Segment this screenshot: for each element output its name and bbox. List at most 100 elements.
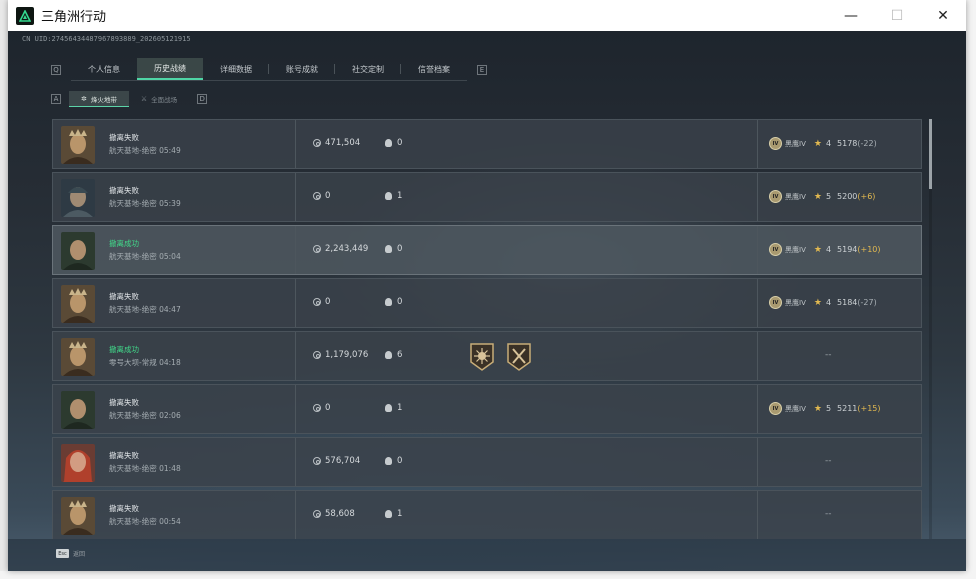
map-and-time: 航天基地-绝密 05:49 xyxy=(109,145,181,156)
rank-badge-icon: IV xyxy=(769,296,782,309)
extraction-status: 撤离失败 xyxy=(109,133,139,142)
no-rank-placeholder: -- xyxy=(825,350,832,360)
match-record-row[interactable]: 撤离失败 航天基地-绝密 04:47 0 0 IV 黑鹰IV ★ 4 5184 (-27) xyxy=(52,278,922,328)
asset-value: 58,608 xyxy=(313,509,355,519)
app-window: 三角洲行动 — ☐ ✕ CN UID:27456434487967893889_… xyxy=(8,0,966,571)
kill-count: 6 xyxy=(385,350,402,360)
mode-subtabs: A ✲ 烽火地带 ⚔ 全面战场 D xyxy=(51,91,208,107)
map-and-time: 航天基地-绝密 00:54 xyxy=(109,516,181,527)
rank-info: IV 黑鹰IV ★ 4 5194 (+10) xyxy=(769,243,881,256)
star-icon: ★ xyxy=(813,191,822,202)
match-record-row[interactable]: 撤离失败航天基地-绝密 00:54 58,608 1 -- xyxy=(52,490,922,539)
column-divider xyxy=(295,438,296,486)
window-title: 三角洲行动 xyxy=(41,10,107,25)
extraction-status: 撤离失败 xyxy=(109,292,139,301)
rank-name: 黑鹰IV xyxy=(785,139,806,148)
rank-delta: (+10) xyxy=(857,245,881,254)
column-divider xyxy=(757,438,758,486)
subtab-prev-key-icon[interactable]: A xyxy=(51,94,61,104)
asset-value: 0 xyxy=(313,191,330,201)
sun-medal-icon[interactable] xyxy=(469,342,495,372)
rank-info: IV 黑鹰IV ★ 5 5211 (+15) xyxy=(769,402,881,415)
skull-icon xyxy=(385,351,392,359)
rank-score: 5184 xyxy=(837,298,858,307)
match-time: 00:54 xyxy=(159,517,181,526)
star-count: 4 xyxy=(825,245,832,254)
minimize-button[interactable]: — xyxy=(828,0,874,31)
rank-score: 5178 xyxy=(837,139,858,148)
match-record-row[interactable]: 撤离失败 航天基地-绝密 05:39 0 1 IV 黑鹰IV ★ 5 5200 (+6) xyxy=(52,172,922,222)
skull-icon xyxy=(385,404,392,412)
match-time: 02:06 xyxy=(159,411,181,420)
rank-info: IV 黑鹰IV ★ 4 5178 (-22) xyxy=(769,137,877,150)
rank-score: 5211 xyxy=(837,404,858,413)
asset-value: 2,243,449 xyxy=(313,244,368,254)
tab-6[interactable]: 信誉档案 xyxy=(401,58,467,80)
match-record-row[interactable]: 撤离失败 航天基地-绝密 02:06 0 1 IV 黑鹰IV ★ 5 5211 (+15) xyxy=(52,384,922,434)
match-record-row[interactable]: 撤离成功 航天基地-绝密 05:04 2,243,449 0 IV 黑鹰IV ★ 4 5194(… xyxy=(52,225,922,275)
list-scrollbar[interactable] xyxy=(929,119,932,539)
tab-3[interactable]: 详细数据 xyxy=(203,58,269,80)
money-amount: 0 xyxy=(325,403,331,413)
map-and-time: 航天基地-绝密 05:04 xyxy=(109,251,181,262)
extraction-status: 撤离失败 xyxy=(109,504,139,513)
rank-delta: (-27) xyxy=(857,298,877,307)
tab-1[interactable]: 个人信息 xyxy=(71,58,137,80)
subtab-1[interactable]: ✲ 烽火地带 xyxy=(69,91,129,107)
scrollbar-thumb[interactable] xyxy=(929,119,932,189)
map-name: 航天基地-绝密 xyxy=(109,305,157,314)
kills-amount: 1 xyxy=(397,509,403,519)
tab-2[interactable]: 历史战绩 xyxy=(137,58,203,80)
match-record-row[interactable]: 撤离失败 航天基地-绝密 01:48 576,704 0 -- xyxy=(52,437,922,487)
column-divider xyxy=(295,491,296,539)
match-time: 01:48 xyxy=(159,464,181,473)
kills-amount: 0 xyxy=(397,244,403,254)
tab-next-key-icon[interactable]: E xyxy=(477,64,487,75)
footer-bar: Esc 返回 xyxy=(8,539,966,571)
star-icon: ★ xyxy=(813,403,822,414)
back-hint[interactable]: Esc 返回 xyxy=(56,549,85,558)
rank-name: 黑鹰IV xyxy=(785,245,806,254)
tab-label: 历史战绩 xyxy=(154,63,186,73)
money-amount: 2,243,449 xyxy=(325,244,369,254)
money-amount: 0 xyxy=(325,191,331,201)
no-rank-placeholder: -- xyxy=(825,509,832,519)
crossed-swords-medal-icon[interactable] xyxy=(506,342,532,372)
coin-icon xyxy=(313,245,321,253)
extraction-status: 撤离失败 xyxy=(109,186,139,195)
operator-avatar xyxy=(61,232,95,270)
close-button[interactable]: ✕ xyxy=(920,0,966,31)
subtab-label: 烽火地带 xyxy=(90,95,117,104)
column-divider xyxy=(295,279,296,327)
money-amount: 1,179,076 xyxy=(325,350,369,360)
skull-icon xyxy=(385,139,392,147)
coin-icon xyxy=(313,192,321,200)
subtab-next-key-icon[interactable]: D xyxy=(197,94,208,104)
kill-count: 0 xyxy=(385,456,402,466)
map-name: 零号大坝-常规 xyxy=(109,358,157,367)
extraction-status: 撤离成功 xyxy=(109,239,139,248)
match-time: 05:49 xyxy=(159,146,181,155)
match-record-row[interactable]: 撤离成功 零号大坝-常规 04:18 1,179,076 6 -- xyxy=(52,331,922,381)
maximize-button[interactable]: ☐ xyxy=(874,0,920,31)
asset-value: 471,504 xyxy=(313,138,360,148)
no-rank-placeholder: -- xyxy=(825,456,832,466)
subtab-2[interactable]: ⚔ 全面战场 xyxy=(129,91,189,106)
operator-avatar xyxy=(61,126,95,164)
kills-amount: 1 xyxy=(397,403,403,413)
match-record-row[interactable]: 撤离失败航天基地-绝密 05:49 471,504 0 IV 黑鹰IV ★ 4 5178 (-2… xyxy=(52,119,922,169)
tab-prev-key-icon[interactable]: Q xyxy=(51,64,61,75)
rank-info: IV 黑鹰IV ★ 4 5184 (-27) xyxy=(769,296,877,309)
tab-5[interactable]: 社交定制 xyxy=(335,58,401,80)
kill-count: 0 xyxy=(385,138,402,148)
coin-icon xyxy=(313,510,321,518)
map-name: 航天基地-绝密 xyxy=(109,464,157,473)
main-tabs: Q 个人信息 历史战绩 详细数据 账号成就 社交定制 信誉档案 E xyxy=(51,58,487,81)
operator-avatar xyxy=(61,444,95,482)
back-label: 返回 xyxy=(73,551,86,558)
operator-avatar xyxy=(61,391,95,429)
tab-4[interactable]: 账号成就 xyxy=(269,58,335,80)
title-bar[interactable]: 三角洲行动 — ☐ ✕ xyxy=(8,0,966,32)
money-amount: 576,704 xyxy=(325,456,361,466)
rank-info: IV 黑鹰IV ★ 5 5200 (+6) xyxy=(769,190,875,203)
